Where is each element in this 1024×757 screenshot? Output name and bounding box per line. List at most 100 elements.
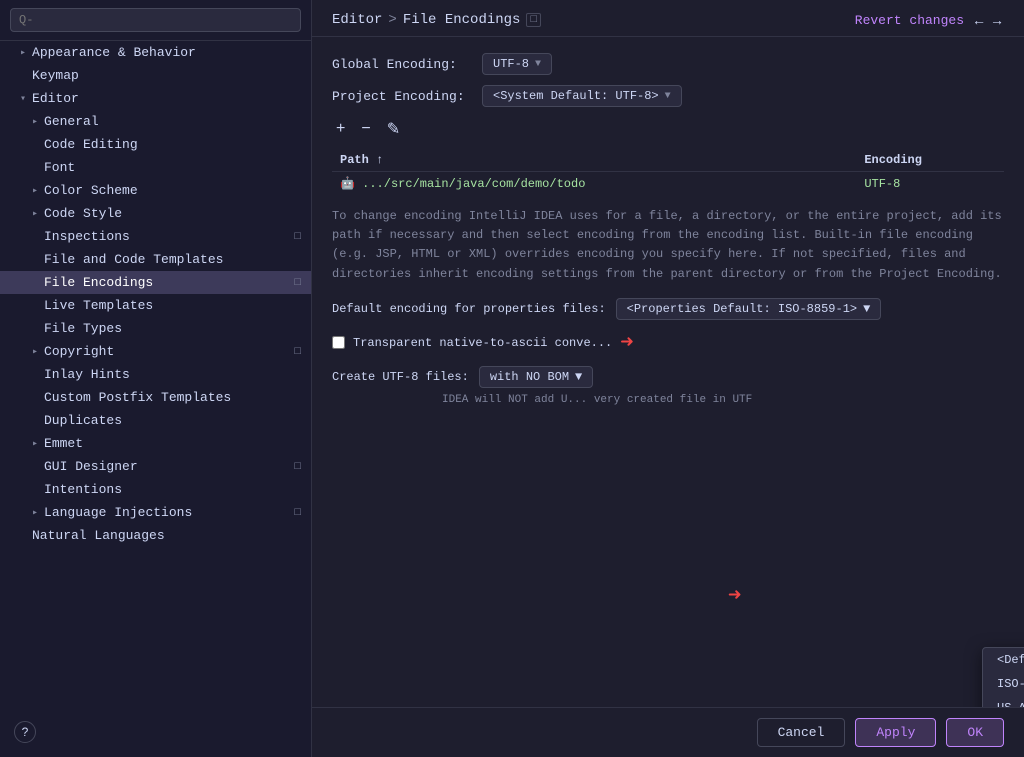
sidebar-item-natural-languages[interactable]: Natural Languages	[0, 524, 311, 547]
table-cell-encoding: UTF-8	[856, 172, 1004, 196]
transparent-label: Transparent native-to-ascii conve...	[353, 336, 612, 350]
breadcrumb-separator: >	[388, 12, 396, 28]
back-button[interactable]: ←	[972, 12, 986, 28]
chevron-right-icon: ▸	[20, 47, 26, 59]
sidebar-item-appearance[interactable]: ▸ Appearance & Behavior	[0, 41, 311, 64]
file-table: Path ↑ Encoding 🤖 .../src/main/java/com/…	[332, 149, 1004, 195]
sidebar-item-inlay-hints[interactable]: Inlay Hints	[0, 363, 311, 386]
sidebar-item-code-editing[interactable]: Code Editing	[0, 133, 311, 156]
global-encoding-dropdown[interactable]: UTF-8 ▼	[482, 53, 552, 75]
sidebar-item-label-duplicates: Duplicates	[44, 413, 122, 428]
sidebar-item-label-font: Font	[44, 160, 75, 175]
breadcrumb: Editor > File Encodings □	[332, 12, 541, 28]
red-arrow-2: ➜	[728, 584, 741, 609]
chevron-right-icon: ▸	[32, 208, 38, 220]
content-area: Editor > File Encodings □ Revert changes…	[312, 0, 1024, 757]
chevron-right-icon: ▸	[32, 346, 38, 358]
sidebar-item-label-inlay-hints: Inlay Hints	[44, 367, 130, 382]
apply-button[interactable]: Apply	[855, 718, 936, 747]
props-label: Default encoding for properties files:	[332, 302, 606, 316]
props-arrow: ▼	[863, 302, 870, 316]
with-no-bom-dropdown[interactable]: with NO BOM ▼	[479, 366, 593, 388]
nav-arrows: ← →	[972, 12, 1004, 28]
col-path[interactable]: Path ↑	[332, 149, 856, 172]
content-body: Global Encoding: UTF-8 ▼ Project Encodin…	[312, 37, 1024, 707]
encoding-dropdown-menu: <Default>ISO-8859-1US-ASCIIUTF-16UTF-8Mo…	[982, 647, 1024, 707]
sidebar-item-label-general: General	[44, 114, 99, 129]
with-no-bom-arrow: ▼	[575, 370, 582, 384]
transparent-row: Transparent native-to-ascii conve... ➜	[332, 330, 1004, 356]
sidebar-item-keymap[interactable]: Keymap	[0, 64, 311, 87]
sidebar-badge-language-injections: □	[294, 507, 301, 519]
sidebar-item-file-code-templates[interactable]: File and Code Templates	[0, 248, 311, 271]
dropdown-item-iso-8859-1[interactable]: ISO-8859-1	[983, 672, 1024, 696]
file-table-body: 🤖 .../src/main/java/com/demo/todoUTF-8	[332, 172, 1004, 196]
help-button[interactable]: ?	[14, 721, 36, 743]
remove-button[interactable]: −	[357, 117, 374, 141]
sidebar-item-label-live-templates: Live Templates	[44, 298, 153, 313]
header-actions: Revert changes ← →	[855, 12, 1004, 28]
dropdown-item--default-[interactable]: <Default>	[983, 648, 1024, 672]
sidebar-item-file-encodings[interactable]: File Encodings□	[0, 271, 311, 294]
sidebar-item-label-custom-postfix: Custom Postfix Templates	[44, 390, 231, 405]
chevron-right-icon: ▸	[32, 507, 38, 519]
dropdown-item-us-ascii[interactable]: US-ASCII	[983, 696, 1024, 707]
utf8-row: Create UTF-8 files: with NO BOM ▼	[332, 366, 1004, 388]
search-input[interactable]	[10, 8, 301, 32]
sidebar-item-language-injections[interactable]: ▸Language Injections□	[0, 501, 311, 524]
add-button[interactable]: +	[332, 117, 349, 141]
sidebar-items: ▸ Appearance & Behavior Keymap ▾ Editor ▸ Gene…	[0, 41, 311, 547]
sidebar-item-custom-postfix[interactable]: Custom Postfix Templates	[0, 386, 311, 409]
transparent-checkbox[interactable]	[332, 336, 345, 349]
sidebar: ▸ Appearance & Behavior Keymap ▾ Editor ▸ Gene…	[0, 0, 312, 757]
sidebar-item-code-style[interactable]: ▸ Code Style	[0, 202, 311, 225]
project-encoding-row: Project Encoding: <System Default: UTF-8…	[332, 85, 1004, 107]
sidebar-item-inspections[interactable]: Inspections□	[0, 225, 311, 248]
sidebar-badge-copyright: □	[294, 346, 301, 358]
props-value: <Properties Default: ISO-8859-1>	[627, 302, 857, 316]
chevron-down-icon: ▾	[20, 93, 26, 105]
project-encoding-dropdown[interactable]: <System Default: UTF-8> ▼	[482, 85, 682, 107]
red-arrow-2-container: ➜	[728, 583, 741, 609]
sidebar-item-label-appearance: Appearance & Behavior	[32, 45, 196, 60]
sidebar-item-label-color-scheme: Color Scheme	[44, 183, 138, 198]
chevron-right-icon: ▸	[32, 185, 38, 197]
sidebar-item-general[interactable]: ▸ General	[0, 110, 311, 133]
main-layout: ▸ Appearance & Behavior Keymap ▾ Editor ▸ Gene…	[0, 0, 1024, 757]
cancel-button[interactable]: Cancel	[757, 718, 846, 747]
props-dropdown[interactable]: <Properties Default: ISO-8859-1> ▼	[616, 298, 882, 320]
project-encoding-arrow: ▼	[665, 91, 671, 102]
footer: Cancel Apply OK	[312, 707, 1024, 757]
properties-row: Default encoding for properties files: <…	[332, 298, 1004, 320]
sidebar-item-copyright[interactable]: ▸ Copyright □	[0, 340, 311, 363]
forward-button[interactable]: →	[990, 12, 1004, 28]
sidebar-item-font[interactable]: Font	[0, 156, 311, 179]
sidebar-item-label-code-style: Code Style	[44, 206, 122, 221]
sidebar-item-label-code-editing: Code Editing	[44, 137, 138, 152]
chevron-right-icon: ▸	[32, 116, 38, 128]
ok-button[interactable]: OK	[946, 718, 1004, 747]
sidebar-item-editor[interactable]: ▾ Editor	[0, 87, 311, 110]
table-row[interactable]: 🤖 .../src/main/java/com/demo/todoUTF-8	[332, 172, 1004, 196]
project-encoding-value: <System Default: UTF-8>	[493, 89, 659, 103]
sidebar-search-container	[0, 0, 311, 41]
sidebar-item-gui-designer[interactable]: GUI Designer□	[0, 455, 311, 478]
global-encoding-row: Global Encoding: UTF-8 ▼	[332, 53, 1004, 75]
sidebar-item-color-scheme[interactable]: ▸ Color Scheme	[0, 179, 311, 202]
project-encoding-label: Project Encoding:	[332, 89, 472, 104]
sidebar-item-live-templates[interactable]: Live Templates	[0, 294, 311, 317]
revert-button[interactable]: Revert changes	[855, 13, 964, 28]
sidebar-item-intentions[interactable]: Intentions	[0, 478, 311, 501]
with-no-bom-value: with NO BOM	[490, 370, 569, 384]
edit-button[interactable]: ✎	[383, 117, 404, 141]
sidebar-item-label-emmet: Emmet	[44, 436, 83, 451]
sidebar-item-emmet[interactable]: ▸Emmet	[0, 432, 311, 455]
breadcrumb-current: File Encodings	[403, 12, 521, 28]
dropdown-item-label: ISO-8859-1	[997, 677, 1024, 691]
sidebar-item-label-editor: Editor	[32, 91, 79, 106]
sidebar-item-duplicates[interactable]: Duplicates	[0, 409, 311, 432]
col-encoding[interactable]: Encoding	[856, 149, 1004, 172]
sidebar-item-label-copyright: Copyright	[44, 344, 114, 359]
sidebar-item-label-gui-designer: GUI Designer	[44, 459, 138, 474]
sidebar-item-file-types[interactable]: File Types	[0, 317, 311, 340]
